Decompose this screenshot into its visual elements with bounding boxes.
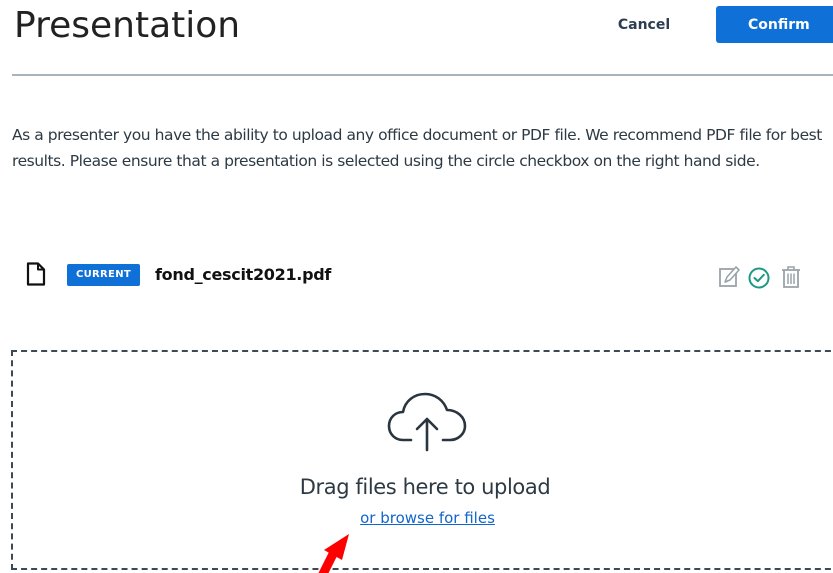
cloud-upload-icon [387,392,467,452]
trash-icon[interactable] [778,264,804,290]
cancel-button[interactable]: Cancel [604,8,684,42]
browse-files-link[interactable]: or browse for files [0,509,833,527]
dropzone-instruction: Drag files here to upload [299,475,551,499]
file-list-item: CURRENT fond_cescit2021.pdf [0,260,833,292]
confirm-button[interactable]: Confirm [716,6,833,43]
file-name: fond_cescit2021.pdf [155,265,332,284]
document-icon [26,262,46,286]
header-divider [12,74,833,76]
edit-icon[interactable] [716,264,742,290]
check-circle-icon[interactable] [746,264,772,290]
upload-instructions: As a presenter you have the ability to u… [12,126,822,170]
annotation-arrow-icon [318,534,349,573]
current-badge: CURRENT [67,264,140,286]
upload-dropzone[interactable] [11,350,833,570]
page-title: Presentation [14,5,241,46]
presentation-dialog: Presentation Cancel Confirm As a present… [0,0,833,573]
